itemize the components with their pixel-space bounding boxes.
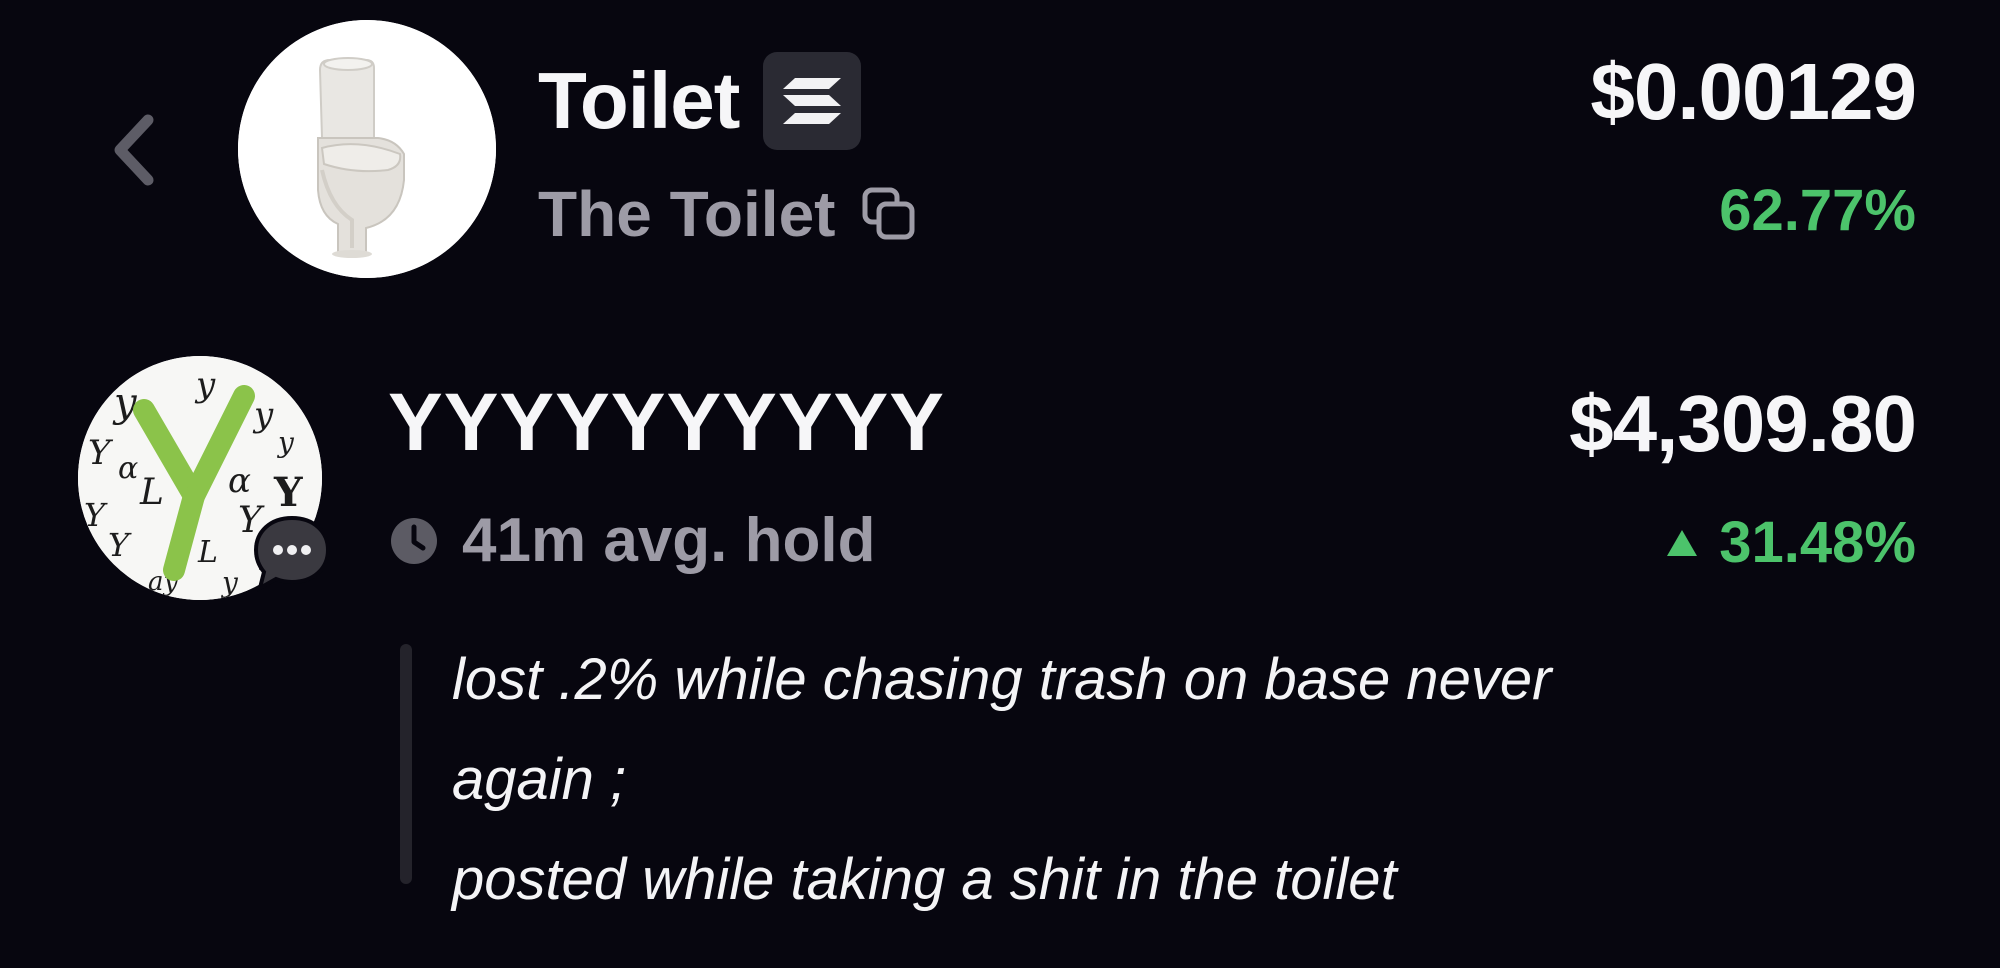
- trade-change: 31.48%: [1719, 510, 1916, 575]
- trader-name[interactable]: YYYYYYYYYY: [388, 382, 945, 464]
- svg-text:y: y: [220, 566, 239, 599]
- avg-hold-row: 41m avg. hold: [388, 506, 875, 576]
- copy-icon[interactable]: [861, 186, 917, 242]
- chain-badge: [763, 52, 862, 150]
- comment-line-3: posted while taking a shit in the toilet: [452, 847, 1397, 912]
- svg-text:L: L: [197, 535, 218, 570]
- chevron-left-icon: [114, 114, 154, 186]
- comment-bubble-icon[interactable]: [250, 512, 334, 596]
- triangle-up-icon: [1667, 530, 1698, 556]
- token-avatar[interactable]: [238, 20, 496, 278]
- comment-line-1: lost .2% while chasing trash on base nev…: [452, 647, 1552, 712]
- svg-text:y: y: [252, 395, 274, 435]
- solana-icon: [783, 78, 842, 124]
- svg-text:y: y: [112, 380, 138, 426]
- svg-text:L: L: [139, 472, 164, 513]
- trade-card-screen: Toilet The Toilet $0.00129 62.77% y y y …: [0, 0, 2000, 968]
- back-button[interactable]: [104, 110, 164, 190]
- svg-text:Y: Y: [88, 433, 114, 473]
- trade-change-row: 31.48%: [1665, 508, 1916, 578]
- token-change: 62.77%: [1719, 178, 1916, 243]
- avg-hold-text: 41m avg. hold: [462, 506, 876, 575]
- svg-text:Y: Y: [108, 526, 132, 564]
- toilet-icon: [238, 20, 496, 278]
- svg-text:y: y: [276, 426, 295, 459]
- trade-value: $4,309.80: [1569, 379, 1917, 468]
- clock-icon: [391, 518, 437, 564]
- svg-text:ɑ: ɑ: [118, 451, 138, 486]
- quote-bar: [400, 644, 412, 884]
- token-subtitle-row: The Toilet: [538, 176, 917, 252]
- token-symbol: Toilet: [538, 56, 740, 145]
- trade-comment: lost .2% while chasing trash on base nev…: [452, 630, 1932, 930]
- comment-line-2: again ;: [452, 747, 627, 812]
- token-price: $0.00129: [1590, 47, 1917, 136]
- token-name: The Toilet: [538, 178, 836, 250]
- token-title-row: Toilet: [538, 46, 862, 156]
- svg-text:Y: Y: [84, 496, 108, 534]
- svg-text:y: y: [194, 365, 216, 405]
- trader-avatar-wrap[interactable]: y y y y Y ɑ Y L ɑ Y y Y L ay y Y: [78, 356, 331, 600]
- svg-text:ɑ: ɑ: [228, 461, 251, 501]
- svg-text:Y: Y: [273, 469, 303, 516]
